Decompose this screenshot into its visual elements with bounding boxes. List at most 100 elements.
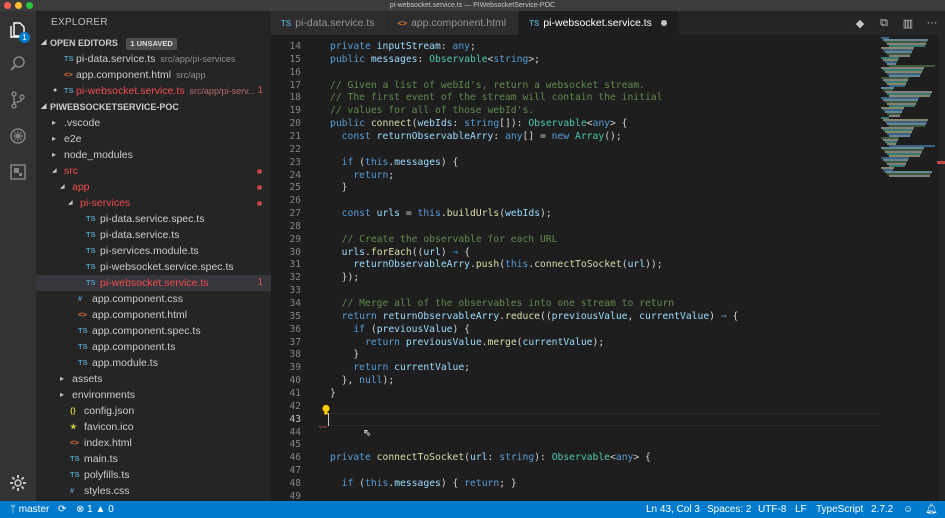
line-number: 23 — [289, 156, 301, 168]
problems-indicator[interactable]: ⊗ 1 ▲ 0 — [76, 501, 114, 518]
folder-item[interactable]: ▸ .vscode — [36, 115, 271, 131]
line-number: 14 — [289, 41, 301, 52]
unsaved-dot-icon[interactable] — [660, 20, 667, 27]
line-number: 19 — [289, 105, 301, 117]
end-of-line[interactable]: LF — [795, 501, 807, 518]
line-number: 32 — [289, 272, 301, 284]
file-name: app.component.css — [92, 293, 184, 305]
file-item[interactable]: <> app.component.html — [36, 307, 271, 323]
encoding[interactable]: UTF-8 — [758, 501, 786, 518]
file-name: config.json — [84, 405, 135, 417]
file-item[interactable]: TS app.module.ts — [36, 355, 271, 371]
error-icon: ⊗ — [76, 504, 88, 515]
file-item[interactable]: <> index.html — [36, 435, 271, 451]
unsaved-badge: 1 UNSAVED — [126, 38, 177, 50]
lightbulb-icon[interactable] — [321, 404, 331, 416]
code-line: return previousValue.merge(currentValue)… — [365, 336, 605, 348]
language-mode[interactable]: TypeScript — [816, 501, 863, 518]
file-type-icon: TS — [64, 54, 74, 63]
folder-item[interactable]: ◢ pi-services — [36, 195, 271, 211]
file-name: app.component.spec.ts — [92, 325, 201, 337]
file-item[interactable]: TS pi-services.module.ts — [36, 243, 271, 259]
line-number: 38 — [289, 349, 301, 361]
search-activity-button[interactable] — [0, 47, 36, 81]
line-number: 17 — [289, 79, 301, 91]
open-editor-path: src/app/pi-services — [160, 54, 236, 64]
open-changes-icon[interactable]: ◆ — [853, 16, 867, 30]
file-item[interactable]: TS app.component.ts — [36, 339, 271, 355]
minimap[interactable] — [877, 35, 939, 501]
folder-item[interactable]: ◢ src — [36, 163, 271, 179]
file-item[interactable]: TS pi-data.service.spec.ts — [36, 211, 271, 227]
code-line: return returnObservableArry.reduce((prev… — [341, 310, 739, 322]
minimap-line — [889, 175, 930, 177]
feedback-smiley-icon[interactable]: ☺ — [903, 501, 913, 518]
manage-activity-button[interactable] — [0, 466, 36, 500]
open-editor-name: app.component.html — [76, 69, 172, 81]
code-line: // Merge all of the observables into one… — [341, 298, 675, 309]
typescript-version[interactable]: 2.7.2 — [871, 501, 893, 518]
open-editor-item[interactable]: TS pi-data.service.ts src/app/pi-services — [36, 51, 271, 67]
file-item[interactable]: TS polyfills.ts — [36, 467, 271, 483]
explorer-activity-button[interactable]: 1 — [0, 13, 36, 47]
mouse-pointer-icon: ⇖ — [363, 428, 372, 439]
file-item[interactable]: TS pi-websocket.service.spec.ts — [36, 259, 271, 275]
branch-indicator[interactable]: ᛘ master — [10, 501, 49, 518]
file-name: pi-services.module.ts — [100, 245, 199, 257]
file-item[interactable]: TS main.ts — [36, 451, 271, 467]
source-control-activity-button[interactable] — [0, 83, 36, 117]
folder-item[interactable]: ▸ node_modules — [36, 147, 271, 163]
overview-ruler[interactable] — [937, 35, 945, 501]
open-editors-header[interactable]: ◢ OPEN EDITORS 1 UNSAVED — [36, 35, 271, 51]
line-number: 49 — [289, 490, 301, 501]
folder-item[interactable]: ▸ e2e — [36, 131, 271, 147]
line-number: 28 — [289, 220, 301, 232]
file-name: app.component.html — [92, 309, 188, 321]
open-editor-item[interactable]: ● TS pi-websocket.service.ts src/app/pi-ser… — [36, 83, 271, 99]
folder-item[interactable]: ◢ app — [36, 179, 271, 195]
cursor-position[interactable]: Ln 43, Col 3 — [646, 501, 700, 518]
file-type-icon: TS — [86, 246, 96, 255]
more-actions-icon[interactable]: ··· — [925, 16, 939, 30]
open-editor-item[interactable]: <> app.component.html src/app — [36, 67, 271, 83]
tab-pi-websocket-service-ts[interactable]: TS pi-websocket.service.ts — [519, 11, 680, 35]
file-item[interactable]: ★ favicon.ico — [36, 419, 271, 435]
file-item[interactable]: TS pi-websocket.service.ts 1 — [36, 275, 271, 291]
code-editor[interactable]: 〰 ⇖ 14 private inputStream: any; 15 public … — [271, 35, 945, 501]
folder-name: pi-services — [80, 197, 131, 209]
file-item[interactable]: TS pi-data.service.ts — [36, 227, 271, 243]
title-bar: pi-websocket.service.ts — PIWebsocketSer… — [0, 0, 945, 11]
line-number: 41 — [289, 387, 301, 399]
folder-item[interactable]: ▸ environments — [36, 387, 271, 403]
file-type-icon: TS — [70, 470, 80, 479]
file-item[interactable]: {} config.json — [36, 403, 271, 419]
line-number: 47 — [289, 465, 301, 477]
sync-icon[interactable]: ⟳ — [58, 501, 66, 518]
open-editors-label: OPEN EDITORS — [50, 38, 118, 48]
code-line: } — [330, 349, 360, 361]
error-dot-icon — [257, 185, 262, 190]
tab-pi-data-service-ts[interactable]: TS pi-data.service.ts — [271, 11, 388, 35]
chevron-down-icon: ◢ — [52, 168, 57, 174]
open-preview-icon[interactable]: ⧉ — [877, 16, 891, 30]
editor-actions: ◆ ⧉ ▥ ··· — [853, 11, 939, 35]
file-item[interactable]: # app.component.css — [36, 291, 271, 307]
split-editor-icon[interactable]: ▥ — [901, 16, 915, 30]
indentation[interactable]: Spaces: 2 — [707, 501, 751, 518]
project-header[interactable]: ◢ PIWEBSOCKETSERVICE-POC — [36, 99, 271, 115]
notifications-bell-icon[interactable]: 🔔︎ — [925, 501, 938, 518]
extensions-activity-button[interactable] — [0, 155, 36, 189]
folder-item[interactable]: ▸ assets — [36, 371, 271, 387]
code-line: const returnObservableArry: any[] = new … — [341, 130, 622, 142]
file-item[interactable]: TS app.component.spec.ts — [36, 323, 271, 339]
search-icon — [10, 56, 25, 71]
file-type-icon: TS — [281, 19, 292, 28]
file-item[interactable]: # styles.css — [36, 483, 271, 499]
branch-icon: ᛘ — [10, 504, 19, 515]
chevron-down-icon: ◢ — [60, 184, 65, 190]
code-line: const urls = this.buildUrls(webIds); — [341, 208, 552, 220]
file-name: polyfills.ts — [84, 469, 130, 481]
debug-activity-button[interactable] — [0, 119, 36, 153]
code-line: } — [330, 387, 336, 399]
tab-app-component-html[interactable]: <> app.component.html — [387, 11, 520, 35]
